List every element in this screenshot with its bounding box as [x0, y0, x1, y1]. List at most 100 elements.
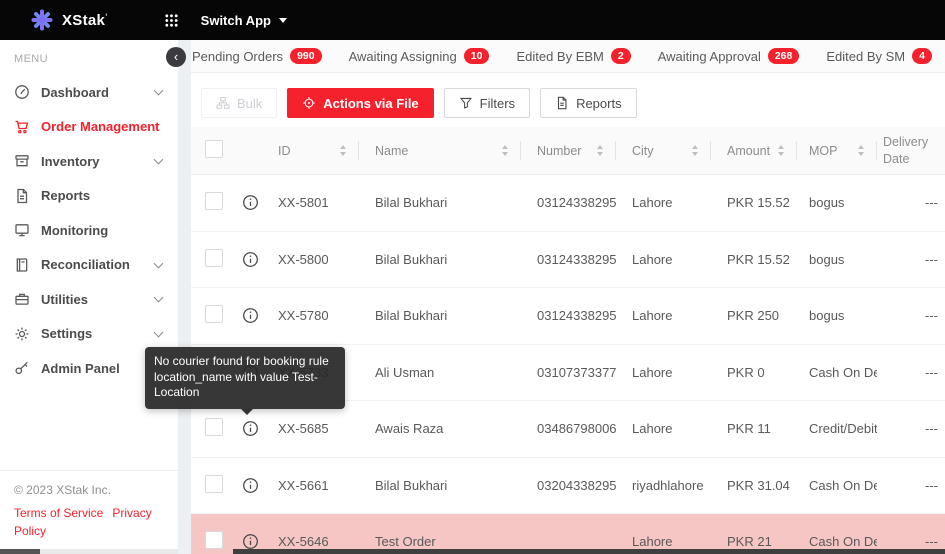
sidebar-item-label: Order Management	[41, 119, 168, 134]
tab-label: Edited By SM	[826, 49, 905, 64]
toolbox-icon	[14, 291, 30, 307]
count-badge: 990	[290, 48, 322, 65]
column-header-amount[interactable]: Amount	[711, 127, 797, 174]
sidebar-item-settings[interactable]: Settings	[0, 317, 178, 352]
column-header-city[interactable]: City	[616, 127, 711, 174]
main-content: Pending Orders 990 Awaiting Assigning10 Edi…	[191, 40, 945, 554]
cell-id: XX-5646	[265, 534, 359, 549]
cell-name: Bilal Bukhari	[359, 252, 521, 267]
sidebar-item-label: Inventory	[41, 154, 155, 169]
chevron-down-icon	[154, 258, 164, 268]
row-select-cell	[191, 249, 235, 270]
sort-carets-icon[interactable]	[858, 145, 864, 156]
cell-delivery_date: ---	[877, 421, 945, 436]
info-icon[interactable]	[242, 420, 259, 437]
actions-via-file-button[interactable]: Actions via File	[287, 88, 433, 118]
row-checkbox[interactable]	[205, 192, 223, 210]
row-info-cell	[235, 194, 265, 211]
sort-carets-icon[interactable]	[597, 145, 603, 156]
cell-id: XX-5800	[265, 252, 359, 267]
row-select-cell	[191, 305, 235, 326]
cell-mop: Credit/Debit...	[797, 421, 877, 436]
sidebar-item-inventory[interactable]: Inventory	[0, 144, 178, 179]
sidebar-item-label: Dashboard	[41, 85, 155, 100]
reports-button[interactable]: Reports	[540, 88, 637, 118]
cell-city: Lahore	[616, 421, 711, 436]
cell-amount: PKR 250	[711, 308, 797, 323]
sidebar-scrollbar-thumb[interactable]	[0, 549, 40, 554]
cell-id: XX-5801	[265, 195, 359, 210]
filters-button[interactable]: Filters	[444, 88, 530, 118]
tab-awaiting-approval[interactable]: Awaiting Approval268	[658, 40, 800, 72]
cell-city: Lahore	[616, 252, 711, 267]
column-header-mop[interactable]: MOP	[797, 127, 877, 174]
cell-amount: PKR 11	[711, 421, 797, 436]
row-checkbox[interactable]	[205, 531, 223, 549]
cell-name: Bilal Bukhari	[359, 308, 521, 323]
tab-awaiting-assigning[interactable]: Awaiting Assigning10	[349, 40, 490, 72]
sidebar-item-label: Settings	[41, 326, 155, 341]
sidebar-item-reports[interactable]: Reports	[0, 179, 178, 214]
cell-name: Ali Usman	[359, 365, 521, 380]
cell-amount: PKR 21	[711, 534, 797, 549]
bulk-button[interactable]: Bulk	[201, 88, 277, 118]
column-header-name[interactable]: Name	[359, 127, 521, 174]
info-icon[interactable]	[242, 477, 259, 494]
table-horizontal-scrollbar[interactable]	[233, 549, 945, 554]
sort-carets-icon[interactable]	[692, 145, 698, 156]
sidebar-item-monitoring[interactable]: Monitoring	[0, 213, 178, 248]
info-icon[interactable]	[242, 194, 259, 211]
chevron-down-icon	[154, 293, 164, 303]
sort-carets-icon[interactable]	[502, 145, 508, 156]
column-header-number[interactable]: Number	[521, 127, 616, 174]
table-row: XX-5685Awais Raza03486798006LahorePKR 11…	[191, 401, 945, 458]
count-badge: 2	[611, 48, 631, 65]
row-checkbox[interactable]	[205, 305, 223, 323]
sidebar-item-dashboard[interactable]: Dashboard	[0, 75, 178, 110]
app-switcher[interactable]: Switch App	[201, 13, 287, 28]
cell-mop: bogus	[797, 195, 877, 210]
cell-delivery_date: ---	[877, 195, 945, 210]
cell-amount: PKR 31.04	[711, 478, 797, 493]
cell-delivery_date: ---	[877, 534, 945, 549]
terms-of-service-link[interactable]: Terms of Service	[14, 506, 103, 520]
column-header-id[interactable]: ID	[265, 127, 359, 174]
sidebar: MENU DashboardOrder ManagementInventoryR…	[0, 40, 178, 554]
info-icon[interactable]	[242, 307, 259, 324]
sidebar-item-reconciliation[interactable]: Reconciliation	[0, 248, 178, 283]
sidebar-item-label: Reconciliation	[41, 257, 155, 272]
dashboard-icon	[14, 84, 30, 100]
sidebar-item-order-management[interactable]: Order Management	[0, 110, 178, 145]
sidebar-item-utilities[interactable]: Utilities	[0, 282, 178, 317]
tab-label: Pending Orders	[192, 49, 283, 64]
row-checkbox[interactable]	[205, 249, 223, 267]
tab-pending-orders[interactable]: Pending Orders 990	[192, 40, 322, 72]
info-icon[interactable]	[242, 533, 259, 550]
info-icon[interactable]	[242, 251, 259, 268]
cell-mop: Cash On Del...	[797, 365, 877, 380]
tab-edited-by-ebm[interactable]: Edited By EBM2	[516, 40, 630, 72]
toolbar: Bulk Actions via File Filters Reports	[191, 73, 945, 127]
cell-name: Bilal Bukhari	[359, 195, 521, 210]
funnel-icon	[459, 96, 473, 110]
cell-mop: Cash On Del...	[797, 534, 877, 549]
sidebar-collapse-button[interactable]: ‹	[166, 47, 186, 67]
cell-delivery_date: ---	[877, 252, 945, 267]
tooltip-arrow-icon	[241, 409, 253, 415]
apps-grid-icon[interactable]	[164, 13, 179, 28]
courier-error-tooltip: No courier found for booking rule locati…	[145, 347, 345, 409]
row-checkbox[interactable]	[205, 475, 223, 493]
row-checkbox[interactable]	[205, 418, 223, 436]
cell-number: 03107373377	[521, 365, 616, 380]
sort-carets-icon[interactable]	[778, 145, 784, 156]
app-window: XStak' Switch App MENU DashboardOrder Ma…	[0, 0, 945, 554]
xstak-logo-icon	[30, 8, 54, 32]
sidebar-item-label: Reports	[41, 188, 168, 203]
cell-id: XX-5661	[265, 478, 359, 493]
tab-edited-by-sm[interactable]: Edited By SM4	[826, 40, 932, 72]
status-tabbar: Pending Orders 990 Awaiting Assigning10 Edi…	[191, 40, 945, 73]
cell-city: Lahore	[616, 534, 711, 549]
sort-carets-icon[interactable]	[340, 145, 346, 156]
copyright-text: © 2023 XStak Inc.	[14, 483, 178, 497]
select-all-checkbox[interactable]	[205, 140, 223, 158]
